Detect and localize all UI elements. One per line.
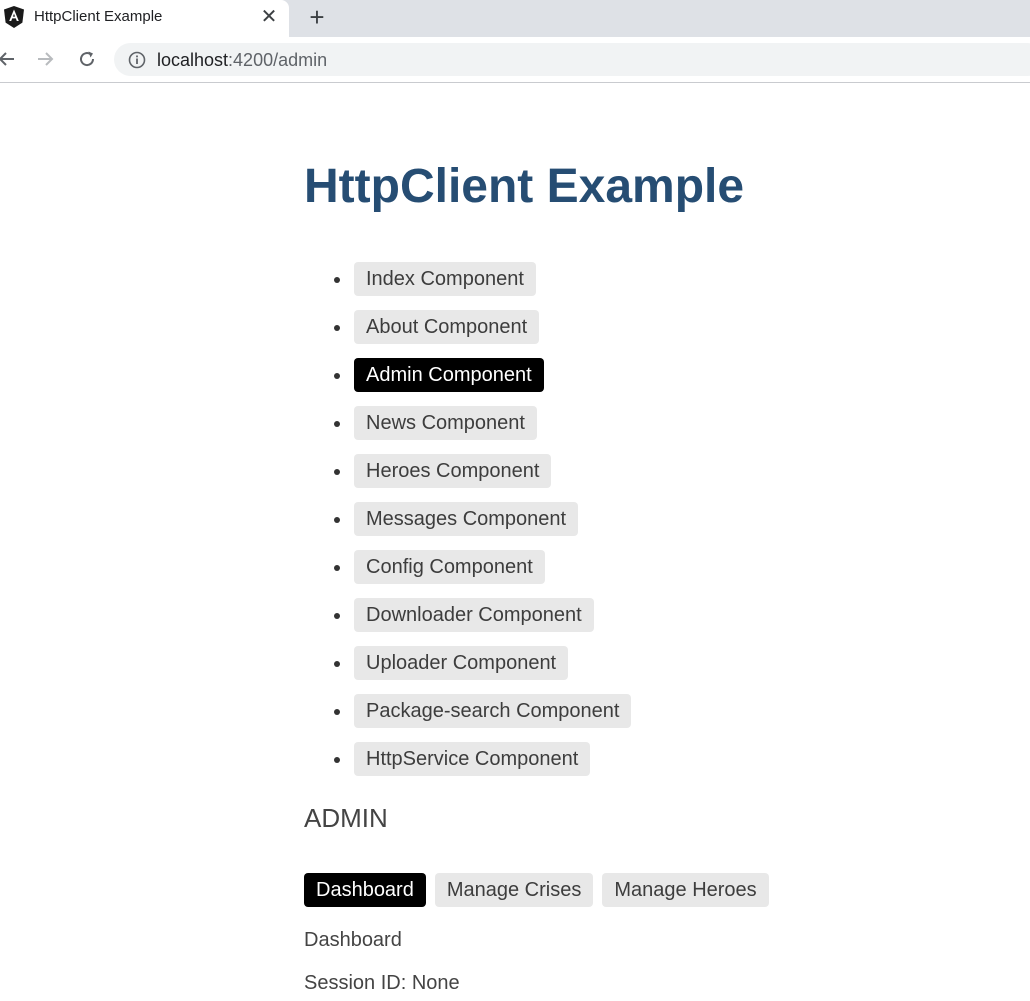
session-id-text: Session ID: None [304,972,460,994]
url-text[interactable]: localhost:4200/admin [157,50,327,71]
list-item: Package-search Component [333,694,632,742]
list-item: Downloader Component [333,598,631,646]
list-item: About Component [333,310,631,358]
list-item: Admin Component [333,358,631,406]
list-item: Uploader Component [333,646,631,694]
new-tab-button[interactable]: + [305,4,329,30]
browser-tab[interactable]: HttpClient Example ✕ [0,0,289,37]
list-item: Heroes Component [333,454,631,502]
nav-link-admin[interactable]: Admin Component [354,358,544,392]
page-title: HttpClient Example [304,160,745,213]
nav-link-httpservice[interactable]: HttpService Component [354,742,591,776]
url-host: localhost [157,50,229,70]
nav-link-downloader[interactable]: Downloader Component [354,598,594,632]
admin-heading: ADMIN [304,803,388,833]
forward-arrow-icon[interactable] [36,49,56,69]
list-item: Messages Component [333,502,631,550]
reload-icon[interactable] [77,49,97,69]
nav-link-index[interactable]: Index Component [354,262,536,296]
page-content: HttpClient Example Index Component About… [0,83,1030,1001]
list-item: HttpService Component [333,742,631,790]
nav-link-messages[interactable]: Messages Component [354,502,579,536]
url-path: :4200/admin [228,50,328,70]
address-bar[interactable]: localhost:4200/admin [114,43,1030,76]
angular-logo-icon [4,6,24,28]
info-icon[interactable] [128,51,146,69]
manage-heroes-link[interactable]: Manage Heroes [602,873,769,907]
dashboard-link[interactable]: Dashboard [304,873,426,907]
nav-link-heroes[interactable]: Heroes Component [354,454,552,488]
list-item: News Component [333,406,631,454]
nav-link-about[interactable]: About Component [354,310,540,344]
admin-nav: Dashboard Manage Crises Manage Heroes [304,873,778,907]
dashboard-text: Dashboard [304,929,402,951]
nav-link-package-search[interactable]: Package-search Component [354,694,632,728]
browser-tab-strip: HttpClient Example ✕ + [0,0,1030,37]
tab-title: HttpClient Example [34,8,163,25]
list-item: Index Component [333,262,631,310]
nav-link-uploader[interactable]: Uploader Component [354,646,569,680]
list-item: Config Component [333,550,631,598]
back-arrow-icon[interactable] [0,49,16,69]
manage-crises-link[interactable]: Manage Crises [434,873,594,907]
browser-toolbar: localhost:4200/admin [0,37,1030,83]
nav-link-news[interactable]: News Component [354,406,537,440]
nav-link-config[interactable]: Config Component [354,550,545,584]
close-icon[interactable]: ✕ [259,7,279,27]
component-nav: Index Component About Component Admin Co… [333,262,632,790]
